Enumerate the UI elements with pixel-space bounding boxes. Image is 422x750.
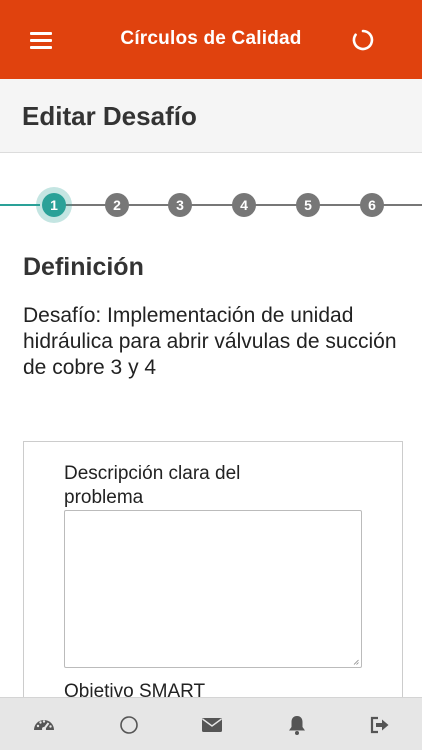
step-2[interactable]: 2 xyxy=(105,193,129,217)
circle-spinner-icon[interactable] xyxy=(351,28,375,52)
page-header: Editar Desafío xyxy=(0,79,422,153)
envelope-icon[interactable] xyxy=(200,713,224,737)
bell-icon[interactable] xyxy=(285,713,309,737)
challenge-description: Desafío: Implementación de unidad hidráu… xyxy=(23,304,397,379)
step-3[interactable]: 3 xyxy=(168,193,192,217)
dashboard-icon[interactable] xyxy=(32,713,56,737)
wizard-stepper: 1 2 3 4 5 6 xyxy=(0,183,422,227)
app-title: Círculos de Calidad xyxy=(120,28,302,49)
section-title: Definición xyxy=(23,253,144,281)
hamburger-menu-icon[interactable] xyxy=(30,31,52,49)
problem-description-textarea[interactable] xyxy=(64,510,362,668)
step-6[interactable]: 6 xyxy=(360,193,384,217)
step-4[interactable]: 4 xyxy=(232,193,256,217)
definition-form: Descripción clara del problema Objetivo … xyxy=(23,441,403,741)
page-title: Editar Desafío xyxy=(22,101,197,131)
sign-out-icon[interactable] xyxy=(368,713,392,737)
bottom-nav xyxy=(0,697,422,750)
app-header: Círculos de Calidad xyxy=(0,0,422,79)
stepper-line-completed xyxy=(0,204,40,206)
resize-grip-icon[interactable] xyxy=(353,659,359,665)
step-5[interactable]: 5 xyxy=(296,193,320,217)
problem-description-label: Descripción clara del problema xyxy=(64,463,241,508)
circle-icon[interactable] xyxy=(117,713,141,737)
step-1[interactable]: 1 xyxy=(42,193,66,217)
